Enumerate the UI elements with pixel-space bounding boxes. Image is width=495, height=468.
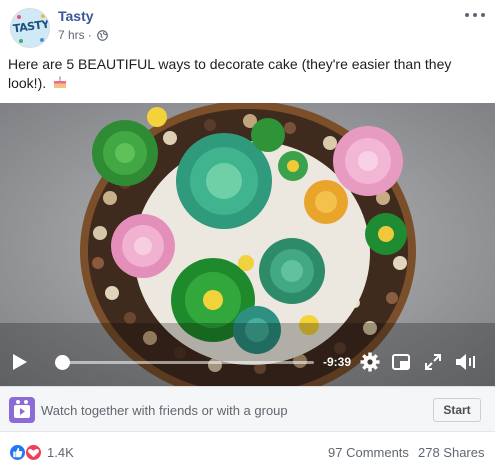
comments-count-link[interactable]: 97 Comments xyxy=(328,445,409,460)
fullscreen-icon[interactable] xyxy=(425,354,441,370)
more-options-icon[interactable] xyxy=(465,10,485,20)
progress-bar[interactable] xyxy=(62,361,314,364)
video-controls: -9:39 xyxy=(0,339,495,386)
like-icon[interactable] xyxy=(9,444,26,461)
page-name-link[interactable]: Tasty xyxy=(58,8,94,24)
watch-party-icon[interactable] xyxy=(9,397,35,423)
start-watch-party-button[interactable]: Start xyxy=(433,398,481,422)
watch-party-label: Watch together with friends or with a gr… xyxy=(41,403,288,418)
shares-count-link[interactable]: 278 Shares xyxy=(418,445,485,460)
time-remaining: -9:39 xyxy=(323,355,352,369)
page-avatar[interactable]: TASTY xyxy=(10,8,50,48)
progress-scrubber[interactable] xyxy=(55,355,70,370)
watch-party-bar: Watch together with friends or with a gr… xyxy=(0,386,495,432)
engagement-bar: 1.4K 97 Comments 278 Shares xyxy=(0,440,495,464)
globe-icon xyxy=(96,29,108,41)
post-text-container: Here are 5 BEAUTIFUL ways to decorate ca… xyxy=(8,55,478,93)
cake-icon xyxy=(54,76,67,88)
post-message: Here are 5 BEAUTIFUL ways to decorate ca… xyxy=(8,56,452,91)
post-header: TASTY Tasty 7 hrs · xyxy=(0,0,495,52)
love-icon[interactable] xyxy=(25,444,42,461)
reaction-count[interactable]: 1.4K xyxy=(47,445,74,460)
meta-separator: · xyxy=(87,28,92,42)
play-icon[interactable] xyxy=(12,353,28,371)
gear-icon[interactable] xyxy=(360,352,380,372)
avatar-logo-text: TASTY xyxy=(12,17,50,36)
post-timestamp[interactable]: 7 hrs xyxy=(58,28,85,42)
pip-icon[interactable] xyxy=(392,353,410,371)
video-player[interactable]: -9:39 xyxy=(0,103,495,386)
volume-icon[interactable] xyxy=(455,352,477,372)
post-meta: 7 hrs · xyxy=(58,28,108,42)
